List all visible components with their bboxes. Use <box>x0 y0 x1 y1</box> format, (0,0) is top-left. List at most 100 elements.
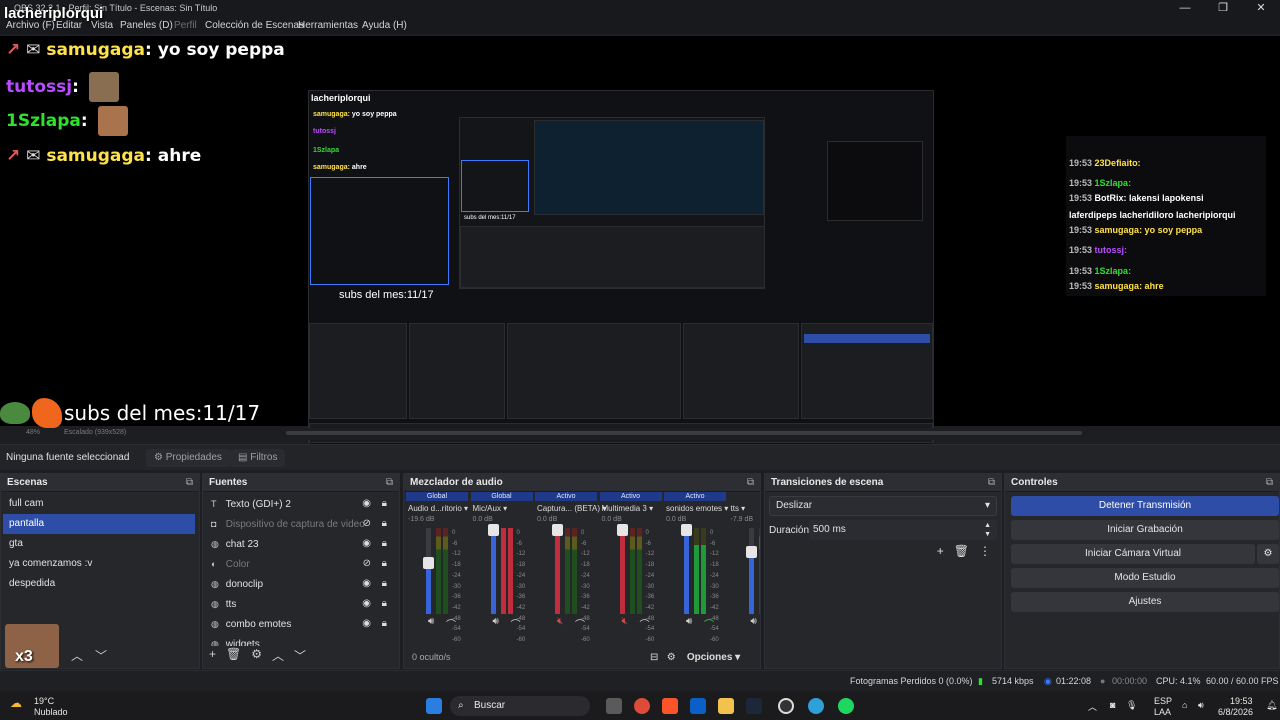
scene-item[interactable]: despedida <box>3 574 195 594</box>
source-item[interactable]: ◐ Color ⊘ 🔒︎ <box>205 554 395 574</box>
volume-icon[interactable]: 🔊︎ <box>1198 700 1204 711</box>
windows-start-icon[interactable] <box>426 698 442 714</box>
duration-field[interactable]: 500 ms ▲ ▼ <box>809 520 997 540</box>
notification-icon[interactable]: 🔔︎ <box>1266 700 1277 711</box>
eye-hidden-icon[interactable]: ⊘ <box>363 514 371 534</box>
scene-item[interactable]: gta <box>3 534 195 554</box>
eye-icon[interactable]: ◉ <box>362 574 371 594</box>
muted-speaker-icon[interactable]: 🔇︎ <box>622 616 628 627</box>
headphones-icon[interactable]: ⌒ <box>446 616 456 631</box>
move-up-icon[interactable]: ︿ <box>71 647 83 664</box>
fader-knob[interactable] <box>681 524 692 536</box>
studio-mode-button[interactable]: Modo Estudio <box>1011 568 1279 588</box>
scene-item[interactable]: ya comenzamos :v <box>3 554 195 574</box>
scene-item[interactable]: full cam <box>3 494 195 514</box>
lock-icon[interactable]: 🔒︎ <box>382 574 387 594</box>
volume-fader[interactable] <box>552 524 563 614</box>
fader-knob[interactable] <box>745 546 757 559</box>
fader-knob[interactable] <box>616 524 628 536</box>
headphones-icon[interactable]: ⌒ <box>575 616 585 631</box>
zoom-level[interactable]: 48% <box>26 429 40 436</box>
fader-knob[interactable] <box>552 524 563 536</box>
source-item[interactable]: ◍ tts ◉ 🔒︎ <box>205 594 395 614</box>
task-view-icon[interactable] <box>606 698 622 714</box>
advanced-audio-icon[interactable]: ⚙ <box>667 652 676 663</box>
lock-icon[interactable]: 🔒︎ <box>382 514 387 534</box>
layout-icon[interactable]: ⊟ <box>650 652 658 663</box>
volume-fader[interactable] <box>487 524 499 614</box>
add-transition-icon[interactable]: + <box>937 544 944 558</box>
gear-icon[interactable]: ⚙ <box>251 647 262 664</box>
gear-icon[interactable]: ⚙ <box>1257 544 1279 564</box>
lang-label[interactable]: ESP <box>1154 696 1172 706</box>
settings-button[interactable]: Ajustes <box>1011 592 1279 612</box>
menu-ayuda[interactable]: Ayuda (H) <box>362 20 407 31</box>
lock-icon[interactable]: 🔒︎ <box>382 614 387 634</box>
source-item[interactable]: ◘ Dispositivo de captura de video ⊘ 🔒︎ <box>205 514 395 534</box>
source-item[interactable]: ◍ donoclip ◉ 🔒︎ <box>205 574 395 594</box>
start-virtual-camera-button[interactable]: Iniciar Cámara Virtual <box>1011 544 1255 564</box>
stop-stream-button[interactable]: Detener Transmisión <box>1011 496 1279 516</box>
fader-knob[interactable] <box>487 524 499 536</box>
app-icon[interactable] <box>808 698 824 714</box>
headphones-icon[interactable]: ⌒ <box>511 616 521 631</box>
start-recording-button[interactable]: Iniciar Grabación <box>1011 520 1279 540</box>
preview-scrollbar[interactable] <box>286 431 1082 435</box>
volume-fader[interactable] <box>423 528 434 614</box>
lock-icon[interactable]: 🔒︎ <box>382 534 387 554</box>
lock-icon[interactable]: 🔒︎ <box>382 494 387 514</box>
menu-coleccion[interactable]: Colección de Escenas <box>205 20 304 31</box>
muted-speaker-icon[interactable]: 🔇︎ <box>557 616 563 627</box>
taskbar-search[interactable]: ⌕ Buscar <box>450 696 590 716</box>
trash-icon[interactable]: 🗑︎ <box>954 544 969 558</box>
lock-icon[interactable]: 🔒︎ <box>382 594 387 614</box>
lock-icon[interactable]: 🔒︎ <box>382 554 387 574</box>
filters-button[interactable]: ▤ Filtros <box>230 449 286 467</box>
source-item[interactable]: ◍ combo emotes ◉ 🔒︎ <box>205 614 395 634</box>
close-button[interactable]: ✕ <box>1242 0 1280 17</box>
undock-icon[interactable]: ⧉ <box>988 474 995 492</box>
headphones-icon[interactable]: ⌒ <box>640 616 650 631</box>
store-icon[interactable] <box>690 698 706 714</box>
properties-button[interactable]: ⚙ Propiedades <box>146 449 230 467</box>
volume-fader[interactable] <box>745 528 757 614</box>
speaker-icon[interactable]: 🔊︎ <box>493 616 499 627</box>
source-item[interactable]: T Texto (GDI+) 2 ◉ 🔒︎ <box>205 494 395 514</box>
spotify-icon[interactable] <box>838 698 854 714</box>
clock-time[interactable]: 19:53 <box>1230 696 1253 706</box>
preview-canvas[interactable]: ↗ ✉ samugaga: yo soy peppa tutossj: 1Szl… <box>0 36 1280 445</box>
move-down-icon[interactable]: ﹀ <box>95 647 107 664</box>
speaker-icon[interactable]: 🔊︎ <box>686 616 692 627</box>
eye-icon[interactable]: ◉ <box>362 594 371 614</box>
mic-icon[interactable]: 🎙︎ <box>1126 700 1137 711</box>
move-down-icon[interactable]: ﹀ <box>294 647 306 664</box>
spin-icon[interactable]: ▲ ▼ <box>984 521 991 539</box>
volume-fader[interactable] <box>616 524 628 614</box>
menu-herramientas[interactable]: Herramientas <box>298 20 358 31</box>
undock-icon[interactable]: ⧉ <box>747 474 754 492</box>
add-source-icon[interactable]: + <box>209 647 216 664</box>
menu-perfil[interactable]: Perfil <box>174 20 197 31</box>
undock-icon[interactable]: ⧉ <box>186 474 193 492</box>
menu-paneles[interactable]: Paneles (D) <box>120 20 173 31</box>
eye-icon[interactable]: ◉ <box>362 494 371 514</box>
undock-icon[interactable]: ⧉ <box>386 474 393 492</box>
speaker-icon[interactable]: 🔊︎ <box>751 616 757 627</box>
transition-select[interactable]: Deslizar ▾ <box>769 496 997 516</box>
obs-icon[interactable] <box>778 698 794 714</box>
clock-date[interactable]: 6/8/2026 <box>1218 707 1253 717</box>
options-button[interactable]: Opciones ▾ <box>687 652 740 663</box>
eye-icon[interactable]: ◉ <box>362 534 371 554</box>
lang-layout[interactable]: LAA <box>1154 707 1171 717</box>
scene-item-selected[interactable]: pantalla <box>3 514 195 534</box>
discord-icon[interactable]: ◙ <box>1110 700 1115 710</box>
chrome-icon[interactable] <box>634 698 650 714</box>
move-up-icon[interactable]: ︿ <box>272 647 284 664</box>
steam-icon[interactable] <box>746 698 762 714</box>
fader-knob[interactable] <box>423 556 434 569</box>
maximize-button[interactable]: ❐ <box>1204 0 1242 17</box>
minimize-button[interactable]: — <box>1166 0 1204 17</box>
speaker-icon[interactable]: 🔊︎ <box>428 616 434 627</box>
network-icon[interactable]: ⌂ <box>1182 700 1187 710</box>
trash-icon[interactable]: 🗑︎ <box>226 647 241 664</box>
